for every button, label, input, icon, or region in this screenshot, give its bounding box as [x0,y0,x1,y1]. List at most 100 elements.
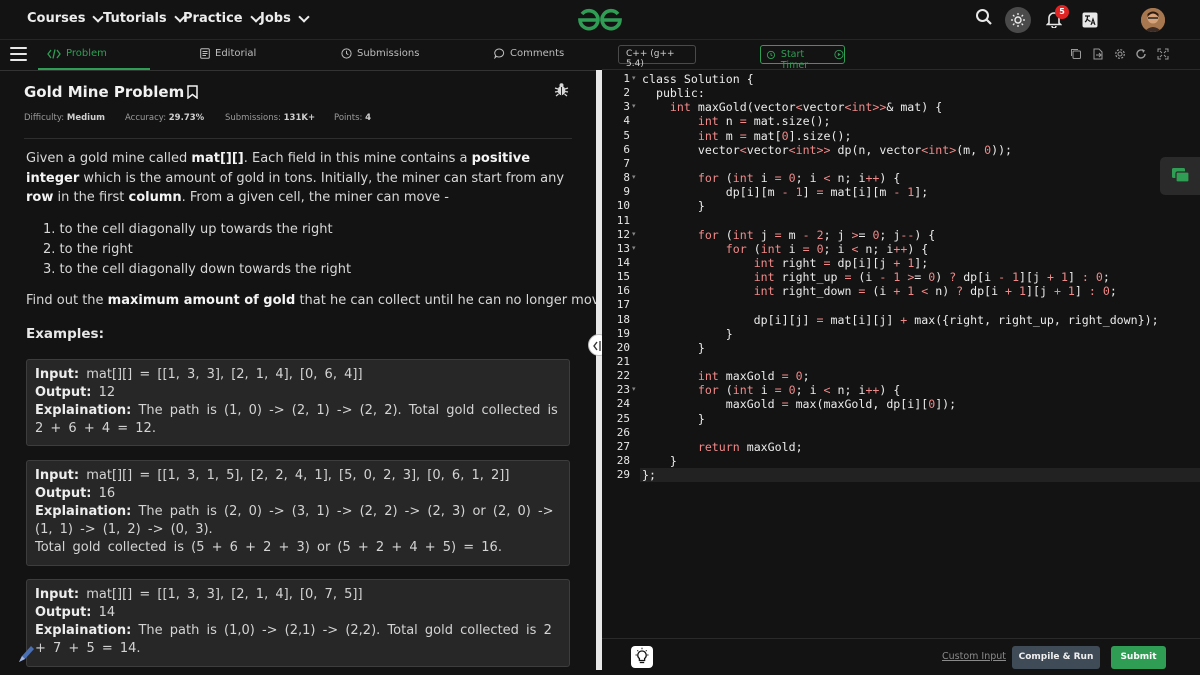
list-item: 2. to the right [43,242,133,257]
chevron-down-icon [298,10,310,23]
desc-bold: row [26,190,54,205]
line-number: 13 [616,241,630,255]
nav-practice[interactable]: Practice [183,10,262,26]
output-label: Output: [35,486,92,501]
input-label: Input: [35,468,80,483]
fold-arrow-icon[interactable]: ▾ [632,385,636,393]
example-box: Input: mat[][] = [[1, 3, 3], [2, 1, 4], … [26,579,570,667]
example-explanation: Explaination: The path is (1, 0) -> (2, … [35,402,561,438]
line-number: 29 [616,468,630,482]
translate-icon[interactable] [1082,12,1098,28]
input-label: Input: [35,367,80,382]
document-icon [200,48,210,59]
nav-courses[interactable]: Courses [27,10,105,26]
code-line: } [642,340,705,355]
clock-icon [341,48,352,59]
settings-icon[interactable] [1114,48,1126,60]
difficulty-label: Difficulty: [24,113,65,123]
fold-arrow-icon[interactable]: ▾ [632,244,636,252]
find-text: that he can collect until he can no long… [295,293,612,308]
tab-comments[interactable]: Comments [494,48,564,59]
comment-icon [494,48,505,59]
submissions-value: 131K+ [283,113,316,123]
lightbulb-icon [635,647,649,664]
hint-button[interactable] [631,646,653,668]
language-select[interactable]: C++ (g++ 5.4) [618,45,696,69]
code-line: for (int i = 0; i < n; i++) { [697,171,901,186]
input-label: Input: [35,587,80,602]
line-number: 21 [616,355,630,368]
fold-arrow-icon[interactable]: ▾ [632,74,636,82]
submit-button[interactable]: Submit [1111,646,1166,669]
nav-jobs[interactable]: Jobs [260,10,310,26]
fold-arrow-icon[interactable]: ▾ [632,230,636,238]
timer-label: Start Timer [780,49,809,71]
theme-toggle-button[interactable] [1005,7,1031,33]
chat-button[interactable] [1160,157,1200,195]
submissions-meta: Submissions: 131K+ [225,113,315,123]
list-item: 3. to the cell diagonally down towards t… [43,262,352,277]
accuracy-meta: Accuracy: 29.73% [125,113,204,123]
line-number: 23 [616,383,630,397]
line-number: 1 [623,72,630,85]
user-avatar-icon [1141,8,1165,32]
tab-submissions[interactable]: Submissions [341,48,419,59]
fold-arrow-icon[interactable]: ▾ [632,102,636,110]
line-number: 24 [616,397,630,411]
custom-input-link[interactable]: Custom Input [942,651,1006,662]
line-number: 10 [616,199,630,213]
line-number: 19 [616,326,630,340]
compile-run-button[interactable]: Compile & Run [1012,646,1100,669]
output-label: Output: [35,605,92,620]
submissions-label: Submissions: [225,113,281,123]
bug-report-icon[interactable] [554,82,569,97]
code-line: } [642,199,705,214]
avatar[interactable] [1141,8,1165,32]
refresh-icon[interactable] [1135,48,1147,60]
nav-practice-label: Practice [183,11,243,26]
code-line: dp[i][j] = mat[i][j] + max({right, right… [642,312,1159,327]
example-input: Input: mat[][] = [[1, 3, 1, 5], [2, 2, 4… [35,467,561,485]
input-value: mat[][] = [[1, 3, 1, 5], [2, 2, 4, 1], [… [79,468,510,483]
code-line: return maxGold; [697,439,803,454]
divider [24,138,572,139]
geeksforgeeks-logo[interactable] [576,6,624,34]
tab-editorial-label: Editorial [215,48,257,59]
output-value: 16 [91,486,116,501]
examples-heading: Examples: [26,326,104,342]
output-value: 14 [91,605,116,620]
tab-editorial[interactable]: Editorial [200,48,256,59]
desc-text: in the first [53,190,129,205]
tab-problem[interactable]: Problem [47,48,107,59]
pen-icon[interactable] [16,643,36,665]
top-navbar: Courses Tutorials Practice Jobs 5 [0,0,1200,40]
line-number: 12 [616,227,630,241]
page-title: Gold Mine Problem [24,83,198,101]
bookmark-icon[interactable] [187,85,198,99]
code-editor[interactable]: class Solution { public: int maxGold(vec… [640,71,1200,638]
fold-arrow-icon[interactable]: ▾ [632,173,636,181]
line-number: 4 [623,114,630,128]
problem-tabs: Problem Editorial Submissions Comments [0,40,596,71]
code-line: int maxGold = 0; [697,369,810,384]
code-line: int maxGold(vector<vector<int>>& mat) { [669,100,943,115]
line-number-gutter: 1 ▾ 2 3 ▾ 4 5 6 7 8 ▾ 9 10 11 12 ▾ 13 ▾ 14 15 16 17 18 19 20 21 22… [602,71,640,638]
file-export-icon[interactable] [1092,48,1104,60]
points-value: 4 [365,113,372,123]
points-label: Points: [334,113,363,123]
fullscreen-icon[interactable] [1157,48,1169,60]
copy-icon[interactable] [1070,48,1082,60]
start-timer-button[interactable]: Start Timer [760,45,845,71]
line-number: 9 [623,185,630,199]
hamburger-menu-icon[interactable] [10,47,27,61]
tab-submissions-label: Submissions [357,48,420,59]
input-value: mat[][] = [[1, 3, 3], [2, 1, 4], [0, 7, … [79,587,363,602]
find-bold: maximum amount of gold [107,293,296,308]
nav-courses-label: Courses [27,11,86,26]
code-line: }; [642,468,656,483]
list-item: 1. to the cell diagonally up towards the… [43,222,333,237]
search-icon[interactable] [975,8,993,26]
desc-text: Given a gold mine called [26,151,192,166]
input-value: mat[][] = [[1, 3, 3], [2, 1, 4], [0, 6, … [79,367,363,382]
nav-tutorials[interactable]: Tutorials [103,10,186,26]
